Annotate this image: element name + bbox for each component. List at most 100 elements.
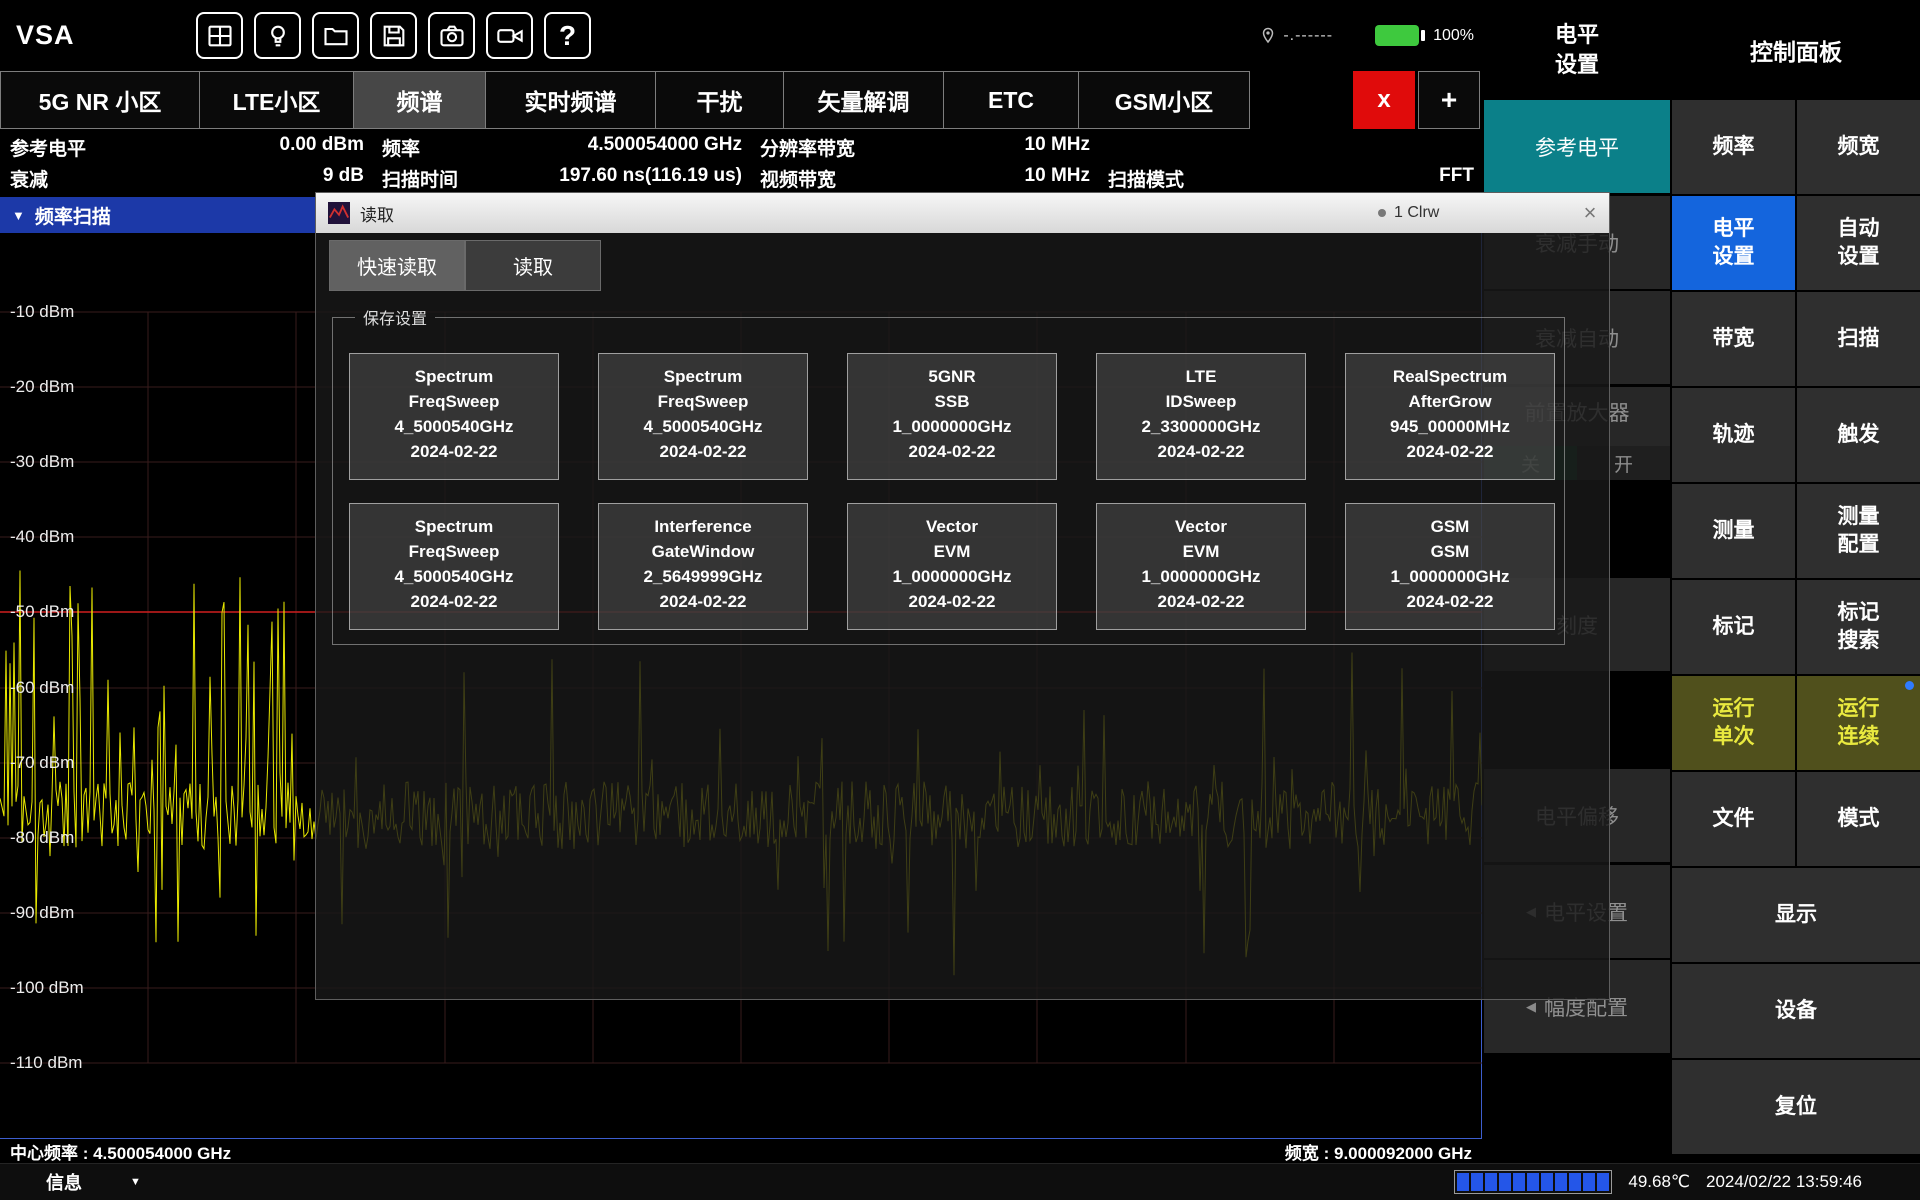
setting-value: 10 MHz	[1025, 165, 1090, 192]
cp-reset-button[interactable]: 复位	[1672, 1060, 1920, 1154]
setting-value: 4.500054000 GHz	[588, 134, 742, 161]
cp-level-settings-button[interactable]: 电平 设置	[1672, 196, 1795, 290]
tab-gsm-cell[interactable]: GSM小区	[1079, 71, 1250, 129]
chart-footer: 中心频率 : 4.500054000 GHz 频宽 : 9.000092000 …	[0, 1139, 1482, 1163]
preset-type: FreqSweep	[599, 389, 807, 414]
preset-card[interactable]: Vector EVM 1_0000000GHz 2024-02-22	[1096, 503, 1306, 630]
trace-legend: 1 Clrw	[1378, 193, 1439, 233]
tab-vector-demod[interactable]: 矢量解调	[784, 71, 944, 129]
preset-card[interactable]: 5GNR SSB 1_0000000GHz 2024-02-22	[847, 353, 1057, 480]
cp-run-continuous-label: 运行 连续	[1838, 695, 1880, 751]
y-axis-label: -80 dBm	[10, 828, 74, 848]
setting-value: 0.00 dBm	[280, 134, 364, 161]
setting-value: FFT	[1439, 165, 1474, 192]
y-axis-label: -30 dBm	[10, 452, 74, 472]
preset-card[interactable]: GSM GSM 1_0000000GHz 2024-02-22	[1345, 503, 1555, 630]
tab-lte-cell[interactable]: LTE小区	[200, 71, 354, 129]
preset-date: 2024-02-22	[350, 439, 558, 464]
control-panel-header: 控制面板	[1672, 0, 1920, 100]
window-layout-icon	[206, 22, 234, 50]
preset-frequency: 1_0000000GHz	[1346, 564, 1554, 589]
screenshot-button[interactable]	[428, 12, 475, 59]
add-tab-button[interactable]: +	[1418, 71, 1480, 129]
cp-auto-set-button[interactable]: 自动 设置	[1797, 196, 1920, 290]
tab-interference[interactable]: 干扰	[656, 71, 784, 129]
dialog-tab-recall[interactable]: 读取	[465, 240, 601, 291]
dialog-tabs: 快速读取 读取	[329, 240, 601, 291]
trace-marker-dot	[1378, 209, 1386, 217]
setting-label: 频率	[382, 134, 420, 161]
cp-run-single-button[interactable]: 运行 单次	[1672, 676, 1795, 770]
cp-frequency-button[interactable]: 频率	[1672, 100, 1795, 194]
sweep-settings: 参考电平 0.00 dBm 频率 4.500054000 GHz 分辨率带宽 10 M…	[0, 129, 1482, 197]
close-tab-button[interactable]: x	[1353, 71, 1415, 129]
preset-type: IDSweep	[1097, 389, 1305, 414]
window-layout-button[interactable]	[196, 12, 243, 59]
preset-card[interactable]: Spectrum FreqSweep 4_5000540GHz 2024-02-…	[349, 503, 559, 630]
help-button[interactable]: ?	[544, 12, 591, 59]
gps-status: -.------	[1259, 26, 1333, 46]
tab-realtime-spectrum[interactable]: 实时频谱	[486, 71, 656, 129]
cp-measure-config-button[interactable]: 测量 配置	[1797, 484, 1920, 578]
cp-device-button[interactable]: 设备	[1672, 964, 1920, 1058]
preset-frequency: 945_00000MHz	[1346, 414, 1554, 439]
preset-card[interactable]: Vector EVM 1_0000000GHz 2024-02-22	[847, 503, 1057, 630]
preset-date: 2024-02-22	[1346, 589, 1554, 614]
trace-legend-label: 1 Clrw	[1394, 204, 1439, 222]
cp-sweep-button[interactable]: 扫描	[1797, 292, 1920, 386]
setting-value: 9 dB	[323, 165, 364, 192]
save-button[interactable]	[370, 12, 417, 59]
dialog-title-bar: 读取 1 Clrw ×	[316, 193, 1609, 233]
cp-file-button[interactable]: 文件	[1672, 772, 1795, 866]
preset-type: EVM	[1097, 539, 1305, 564]
preset-model: Spectrum	[599, 364, 807, 389]
preset-date: 2024-02-22	[1097, 589, 1305, 614]
signal-meter	[1454, 1170, 1612, 1194]
cp-span-button[interactable]: 频宽	[1797, 100, 1920, 194]
record-button[interactable]	[486, 12, 533, 59]
y-axis-label: -40 dBm	[10, 527, 74, 547]
setting-label: 分辨率带宽	[760, 134, 855, 161]
cp-measure-button[interactable]: 测量	[1672, 484, 1795, 578]
preset-card[interactable]: Spectrum FreqSweep 4_5000540GHz 2024-02-…	[349, 353, 559, 480]
preset-model: RealSpectrum	[1346, 364, 1554, 389]
ref-level-button[interactable]: 参考电平	[1484, 100, 1670, 193]
message-menu[interactable]: 信息 ▼	[0, 1169, 200, 1195]
dialog-tab-quick-recall[interactable]: 快速读取	[329, 240, 465, 291]
save-icon	[380, 22, 408, 50]
tab-spectrum[interactable]: 频谱	[354, 71, 486, 129]
preset-frequency: 1_0000000GHz	[848, 564, 1056, 589]
cp-marker-button[interactable]: 标记	[1672, 580, 1795, 674]
brightness-icon	[264, 22, 292, 50]
cp-trigger-button[interactable]: 触发	[1797, 388, 1920, 482]
y-axis-label: -60 dBm	[10, 678, 74, 698]
setting-label: 视频带宽	[760, 165, 836, 192]
preset-card[interactable]: LTE IDSweep 2_3300000GHz 2024-02-22	[1096, 353, 1306, 480]
control-panel: 控制面板 频率 频宽 电平 设置 自动 设置 带宽 扫描 轨迹 触发 测量 测量…	[1672, 0, 1920, 1163]
cp-mode-button[interactable]: 模式	[1797, 772, 1920, 866]
preset-card[interactable]: Interference GateWindow 2_5649999GHz 202…	[598, 503, 808, 630]
cp-display-button[interactable]: 显示	[1672, 868, 1920, 962]
cp-bandwidth-button[interactable]: 带宽	[1672, 292, 1795, 386]
preset-date: 2024-02-22	[1097, 439, 1305, 464]
collapse-icon: ▼	[12, 208, 25, 223]
location-value: -.------	[1283, 27, 1333, 45]
preset-card[interactable]: Spectrum FreqSweep 4_5000540GHz 2024-02-…	[598, 353, 808, 480]
back-arrow-icon: ◀	[1526, 999, 1536, 1015]
cp-trace-button[interactable]: 轨迹	[1672, 388, 1795, 482]
open-folder-button[interactable]	[312, 12, 359, 59]
dialog-close-button[interactable]: ×	[1572, 193, 1608, 233]
y-axis-label: -10 dBm	[10, 302, 74, 322]
measurement-tabs: 5G NR 小区 LTE小区 频谱 实时频谱 干扰 矢量解调 ETC GSM小区…	[0, 71, 1482, 129]
span-readout: 频宽 : 9.000092000 GHz	[1285, 1139, 1472, 1164]
cp-marker-search-button[interactable]: 标记 搜索	[1797, 580, 1920, 674]
tab-5gnr-cell[interactable]: 5G NR 小区	[0, 71, 200, 129]
preset-card[interactable]: RealSpectrum AfterGrow 945_00000MHz 2024…	[1345, 353, 1555, 480]
setting-label: 参考电平	[10, 134, 86, 161]
brightness-button[interactable]	[254, 12, 301, 59]
preset-type: AfterGrow	[1346, 389, 1554, 414]
setting-value: 197.60 ns(116.19 us)	[559, 165, 742, 192]
cp-run-continuous-button[interactable]: 运行 连续	[1797, 676, 1920, 770]
tab-etc[interactable]: ETC	[944, 71, 1079, 129]
preset-frequency: 2_5649999GHz	[599, 564, 807, 589]
